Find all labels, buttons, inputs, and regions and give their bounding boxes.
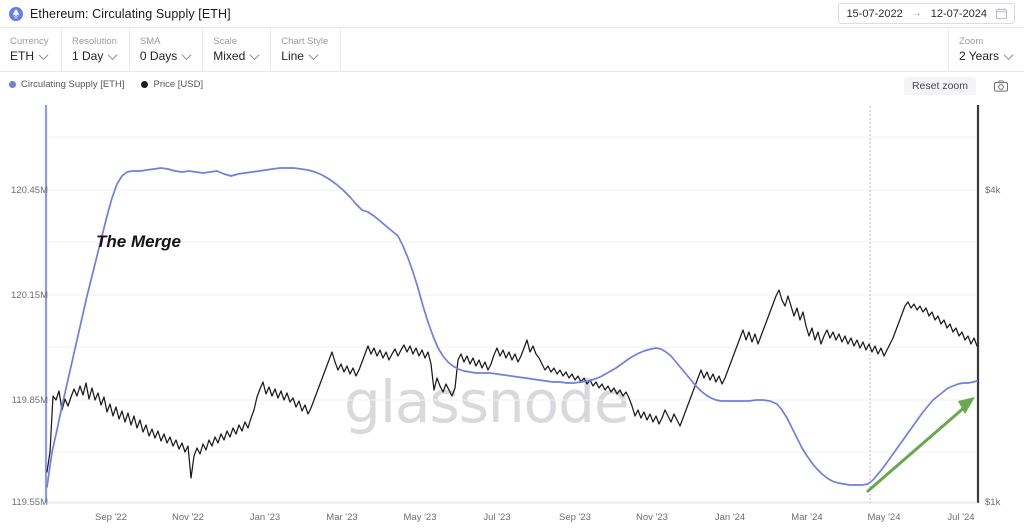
ethereum-icon bbox=[9, 6, 23, 21]
control-chart-style-text: Line bbox=[281, 49, 304, 63]
y-axis-right-tick-1: $1k bbox=[985, 497, 1001, 508]
control-scale-label: Scale bbox=[213, 36, 238, 47]
x-axis-tick-1: Nov '22 bbox=[172, 512, 204, 523]
legend-item-supply[interactable]: Circulating Supply [ETH] bbox=[9, 79, 124, 90]
chevron-down-icon bbox=[38, 49, 49, 60]
control-scale-value[interactable]: Mixed bbox=[213, 48, 260, 64]
x-axis-tick-10: May '24 bbox=[867, 512, 901, 523]
control-chart-style-label: Chart Style bbox=[281, 36, 329, 47]
legend-dot-price bbox=[141, 81, 149, 88]
page-title: Ethereum: Circulating Supply [ETH] bbox=[30, 6, 231, 21]
date-range-end[interactable]: 12-07-2024 bbox=[931, 8, 987, 20]
x-axis-tick-7: Nov '23 bbox=[636, 512, 668, 523]
legend-label-supply: Circulating Supply [ETH] bbox=[21, 79, 125, 90]
y-axis-right-tick-0: $4k bbox=[985, 185, 1001, 196]
x-axis-tick-9: Mar '24 bbox=[791, 512, 823, 523]
chart-legend: Circulating Supply [ETH] Price [USD] bbox=[9, 79, 203, 90]
control-zoom-text: 2 Years bbox=[958, 49, 999, 63]
control-zoom[interactable]: Zoom 2 Years bbox=[947, 28, 1024, 71]
control-sma-label: SMA bbox=[139, 36, 161, 47]
green-trend-arrow bbox=[866, 397, 975, 493]
x-axis-tick-5: Jul '23 bbox=[483, 512, 511, 523]
control-resolution-label: Resolution bbox=[72, 36, 117, 47]
legend-item-price[interactable]: Price [USD] bbox=[141, 79, 203, 90]
control-resolution-text: 1 Day bbox=[72, 49, 104, 63]
calendar-icon[interactable] bbox=[996, 8, 1007, 19]
control-resolution-value[interactable]: 1 Day bbox=[72, 48, 118, 64]
legend-dot-supply bbox=[9, 81, 16, 88]
control-chart-style-value[interactable]: Line bbox=[281, 48, 328, 64]
control-chart-style[interactable]: Chart Style Line bbox=[271, 28, 342, 71]
legend-bar: Circulating Supply [ETH] Price [USD] Res… bbox=[0, 72, 1024, 102]
control-sma-value[interactable]: 0 Days bbox=[139, 48, 192, 64]
y-axis-left-tick-3: 119.55M bbox=[11, 497, 48, 508]
y-axis-left-tick-1: 120.15M bbox=[11, 290, 48, 301]
annotation-the-merge: The Merge bbox=[96, 232, 182, 251]
x-axis-tick-3: Mar '23 bbox=[326, 512, 358, 523]
controls-bar: Currency ETH Resolution 1 Day SMA 0 Days… bbox=[0, 28, 1024, 72]
control-currency-value[interactable]: ETH bbox=[10, 48, 49, 64]
camera-icon[interactable] bbox=[991, 77, 1011, 94]
x-axis-tick-2: Jan '23 bbox=[249, 512, 281, 523]
controls-spacer bbox=[341, 28, 948, 71]
chevron-down-icon bbox=[181, 49, 192, 60]
control-sma-text: 0 Days bbox=[139, 49, 178, 63]
chevron-down-icon bbox=[1003, 49, 1014, 60]
series-circulating-supply bbox=[46, 167, 978, 488]
control-zoom-value[interactable]: 2 Years bbox=[958, 48, 1014, 64]
x-axis-tick-8: Jan '24 bbox=[714, 512, 746, 523]
chart-area[interactable]: glassnode 120.45M 120.15M 119.85M 119.55… bbox=[0, 100, 1024, 532]
chart-canvas[interactable] bbox=[0, 100, 1024, 532]
glassnode-chart-app: Ethereum: Circulating Supply [ETH] 15-07… bbox=[0, 0, 1024, 532]
legend-label-price: Price [USD] bbox=[153, 79, 204, 90]
control-sma[interactable]: SMA 0 Days bbox=[130, 28, 204, 71]
control-zoom-label: Zoom bbox=[958, 36, 984, 47]
date-range-start[interactable]: 15-07-2022 bbox=[846, 8, 902, 20]
reset-zoom-button[interactable]: Reset zoom bbox=[903, 77, 976, 95]
control-resolution[interactable]: Resolution 1 Day bbox=[62, 28, 130, 71]
control-currency-text: ETH bbox=[10, 49, 34, 63]
chevron-down-icon bbox=[249, 49, 260, 60]
x-axis-tick-0: Sep '22 bbox=[95, 512, 127, 523]
y-axis-left-tick-0: 120.45M bbox=[11, 185, 48, 196]
chart-title-group: Ethereum: Circulating Supply [ETH] bbox=[0, 6, 231, 21]
date-range-picker[interactable]: 15-07-2022 → 12-07-2024 bbox=[838, 3, 1015, 24]
control-currency[interactable]: Currency ETH bbox=[0, 28, 62, 71]
date-range-arrow: → bbox=[911, 8, 922, 19]
control-currency-label: Currency bbox=[10, 36, 49, 47]
x-axis-tick-4: May '23 bbox=[403, 512, 437, 523]
title-bar: Ethereum: Circulating Supply [ETH] 15-07… bbox=[0, 0, 1024, 28]
grid-lines bbox=[46, 136, 978, 503]
y-axis-left-tick-2: 119.85M bbox=[11, 395, 48, 406]
x-axis-tick-6: Sep '23 bbox=[559, 512, 591, 523]
chevron-down-icon bbox=[107, 49, 118, 60]
control-scale-text: Mixed bbox=[213, 49, 246, 63]
chevron-down-icon bbox=[308, 49, 319, 60]
x-axis-tick-11: Jul '24 bbox=[947, 512, 975, 523]
control-scale[interactable]: Scale Mixed bbox=[203, 28, 272, 71]
series-price-usd bbox=[46, 289, 978, 479]
